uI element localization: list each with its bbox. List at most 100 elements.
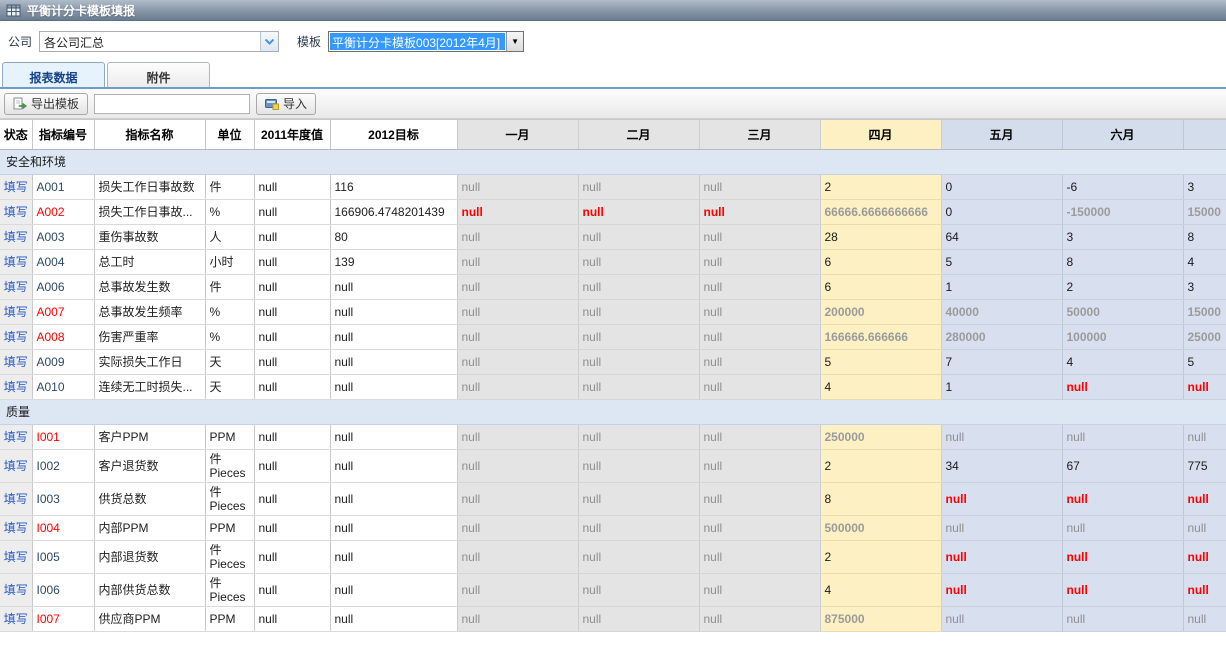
fill-link[interactable]: 填写 bbox=[4, 430, 28, 444]
month-value: null bbox=[704, 492, 723, 506]
unit-cell: 天 bbox=[205, 374, 254, 399]
month-value-cell: 2 bbox=[1062, 274, 1183, 299]
month-value-cell: 0 bbox=[941, 174, 1062, 199]
month-value: null bbox=[1067, 492, 1088, 506]
scorecard-grid: 状态指标编号指标名称单位2011年度值2012目标一月二月三月四月五月六月安全和… bbox=[0, 119, 1226, 632]
table-row: 填写A006总事故发生数件nullnullnullnullnull6123 bbox=[0, 274, 1226, 299]
fill-link[interactable]: 填写 bbox=[4, 230, 28, 244]
month-value: 6 bbox=[825, 280, 832, 294]
month-value: 2 bbox=[825, 550, 832, 564]
company-select-value: 各公司汇总 bbox=[40, 32, 260, 51]
column-header-2012目标[interactable]: 2012目标 bbox=[330, 120, 457, 149]
status-cell: 填写 bbox=[0, 174, 32, 199]
month-value-cell: null bbox=[699, 349, 820, 374]
month-value: 6 bbox=[825, 255, 832, 269]
fill-link[interactable]: 填写 bbox=[4, 492, 28, 506]
year2011-value-cell: null bbox=[254, 374, 330, 399]
indicator-name-cell: 损失工作日事故数 bbox=[94, 174, 205, 199]
column-header-指标编号[interactable]: 指标编号 bbox=[32, 120, 94, 149]
month-value-cell: null bbox=[1062, 374, 1183, 399]
indicator-name-cell: 损失工作日事故... bbox=[94, 199, 205, 224]
year2011-value-cell: null bbox=[254, 573, 330, 606]
fill-link[interactable]: 填写 bbox=[4, 355, 28, 369]
table-row: 填写I005内部退货数件 Piecesnullnullnullnullnull2… bbox=[0, 540, 1226, 573]
tab-report-data[interactable]: 报表数据 bbox=[2, 62, 105, 87]
month-value: null bbox=[583, 430, 602, 444]
month-value-cell: 1 bbox=[941, 374, 1062, 399]
fill-link[interactable]: 填写 bbox=[4, 521, 28, 535]
import-icon bbox=[265, 98, 279, 110]
indicator-name-cell: 供货总数 bbox=[94, 482, 205, 515]
import-file-input[interactable] bbox=[94, 94, 250, 114]
indicator-code-cell: I002 bbox=[32, 449, 94, 482]
month-value-cell: 5 bbox=[941, 249, 1062, 274]
month-value: null bbox=[583, 205, 604, 219]
fill-link[interactable]: 填写 bbox=[4, 330, 28, 344]
column-header-2011年度值[interactable]: 2011年度值 bbox=[254, 120, 330, 149]
month-value-cell: null bbox=[699, 424, 820, 449]
column-header-partial[interactable] bbox=[1183, 120, 1226, 149]
month-value-cell: null bbox=[457, 374, 578, 399]
fill-link[interactable]: 填写 bbox=[4, 612, 28, 626]
chevron-down-icon[interactable] bbox=[260, 32, 278, 51]
fill-link[interactable]: 填写 bbox=[4, 205, 28, 219]
month-value-cell: null bbox=[1062, 424, 1183, 449]
month-value: 1 bbox=[946, 380, 953, 394]
month-value-cell: null bbox=[699, 540, 820, 573]
tab-attachments[interactable]: 附件 bbox=[107, 62, 210, 87]
month-value: null bbox=[704, 612, 723, 626]
month-value-cell: 875000 bbox=[820, 606, 941, 631]
month-value-cell: null bbox=[457, 274, 578, 299]
fill-link[interactable]: 填写 bbox=[4, 550, 28, 564]
column-header-单位[interactable]: 单位 bbox=[205, 120, 254, 149]
month-value: null bbox=[462, 521, 481, 535]
month-value: null bbox=[1188, 380, 1209, 394]
column-header-四月[interactable]: 四月 bbox=[820, 120, 941, 149]
fill-link[interactable]: 填写 bbox=[4, 583, 28, 597]
fill-link[interactable]: 填写 bbox=[4, 305, 28, 319]
month-value-cell: null bbox=[1062, 573, 1183, 606]
indicator-name-cell: 实际损失工作日 bbox=[94, 349, 205, 374]
month-value-cell: null bbox=[699, 274, 820, 299]
table-row: 填写I006内部供货总数件 Piecesnullnullnullnullnull… bbox=[0, 573, 1226, 606]
month-value-cell: 166666.666666 bbox=[820, 324, 941, 349]
fill-link[interactable]: 填写 bbox=[4, 280, 28, 294]
template-select[interactable]: 平衡计分卡模板003[2012年4月] ▼ bbox=[328, 31, 524, 52]
month-value-cell: null bbox=[578, 515, 699, 540]
month-value: null bbox=[946, 430, 965, 444]
month-value-cell: null bbox=[699, 573, 820, 606]
fill-link[interactable]: 填写 bbox=[4, 180, 28, 194]
year2011-value-cell: null bbox=[254, 174, 330, 199]
indicator-name-cell: 总事故发生数 bbox=[94, 274, 205, 299]
fill-link[interactable]: 填写 bbox=[4, 380, 28, 394]
column-header-三月[interactable]: 三月 bbox=[699, 120, 820, 149]
column-header-指标名称[interactable]: 指标名称 bbox=[94, 120, 205, 149]
table-row: 填写A004总工时小时null139nullnullnull6584 bbox=[0, 249, 1226, 274]
column-header-二月[interactable]: 二月 bbox=[578, 120, 699, 149]
column-header-六月[interactable]: 六月 bbox=[1062, 120, 1183, 149]
company-select[interactable]: 各公司汇总 bbox=[39, 31, 279, 52]
month-value: null bbox=[704, 550, 723, 564]
unit-cell: 件 Pieces bbox=[205, 540, 254, 573]
month-value-cell: -6 bbox=[1062, 174, 1183, 199]
target2012-cell: null bbox=[330, 606, 457, 631]
status-cell: 填写 bbox=[0, 374, 32, 399]
month-value: 50000 bbox=[1067, 305, 1100, 319]
import-button[interactable]: 导入 bbox=[256, 93, 316, 115]
month-value-cell: null bbox=[457, 224, 578, 249]
indicator-code-cell: A002 bbox=[32, 199, 94, 224]
month-value-cell: 100000 bbox=[1062, 324, 1183, 349]
month-value-cell: null bbox=[1183, 374, 1226, 399]
table-row: 填写A003重伤事故数人null80nullnullnull286438 bbox=[0, 224, 1226, 249]
column-header-状态[interactable]: 状态 bbox=[0, 120, 32, 149]
month-value: null bbox=[583, 305, 602, 319]
dropdown-arrow-icon[interactable]: ▼ bbox=[506, 32, 523, 51]
fill-link[interactable]: 填写 bbox=[4, 255, 28, 269]
target2012-cell: null bbox=[330, 482, 457, 515]
fill-link[interactable]: 填写 bbox=[4, 459, 28, 473]
month-value-cell: 0 bbox=[941, 199, 1062, 224]
column-header-一月[interactable]: 一月 bbox=[457, 120, 578, 149]
export-template-button[interactable]: 导出模板 bbox=[4, 93, 88, 115]
month-value: 166666.666666 bbox=[825, 330, 908, 344]
column-header-五月[interactable]: 五月 bbox=[941, 120, 1062, 149]
